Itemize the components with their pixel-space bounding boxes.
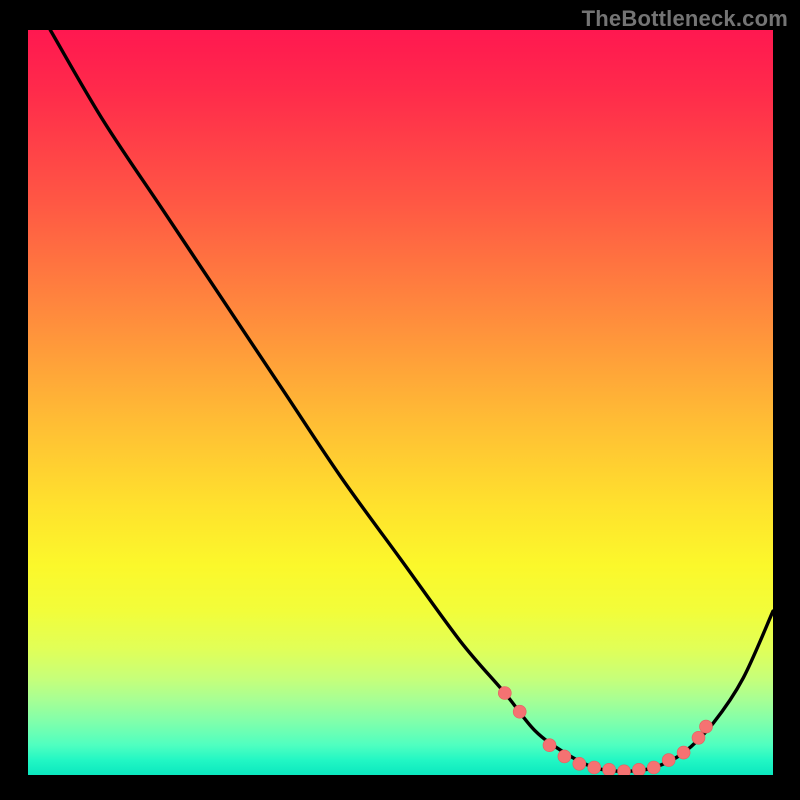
watermark-text: TheBottleneck.com [582, 6, 788, 32]
marker-dot [662, 754, 675, 767]
marker-dot [543, 739, 556, 752]
marker-dot [700, 720, 713, 733]
curve-layer [28, 30, 773, 775]
marker-dot [498, 687, 511, 700]
marker-dot [588, 761, 601, 774]
marker-dot [618, 765, 631, 775]
plot-area [28, 30, 773, 775]
bottleneck-curve [50, 30, 773, 771]
marker-dot [677, 746, 690, 759]
marker-dot [513, 705, 526, 718]
marker-dot [603, 763, 616, 775]
marker-dot [647, 761, 660, 774]
marker-dot [573, 757, 586, 770]
marker-dot [692, 731, 705, 744]
chart-frame: TheBottleneck.com [0, 0, 800, 800]
marker-dot [558, 750, 571, 763]
marker-dot [632, 763, 645, 775]
marker-group [498, 687, 712, 776]
